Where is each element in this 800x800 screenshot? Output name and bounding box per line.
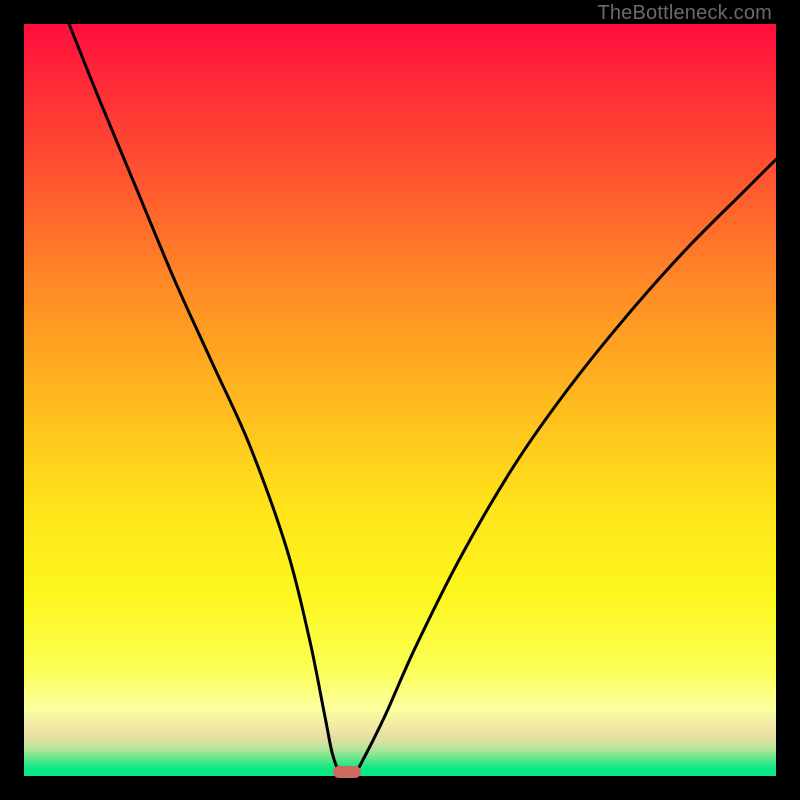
minimum-marker (333, 766, 361, 778)
watermark-text: TheBottleneck.com (597, 2, 772, 25)
bottleneck-curve (24, 24, 776, 776)
chart-stage: TheBottleneck.com (0, 0, 800, 800)
plot-area (24, 24, 776, 776)
